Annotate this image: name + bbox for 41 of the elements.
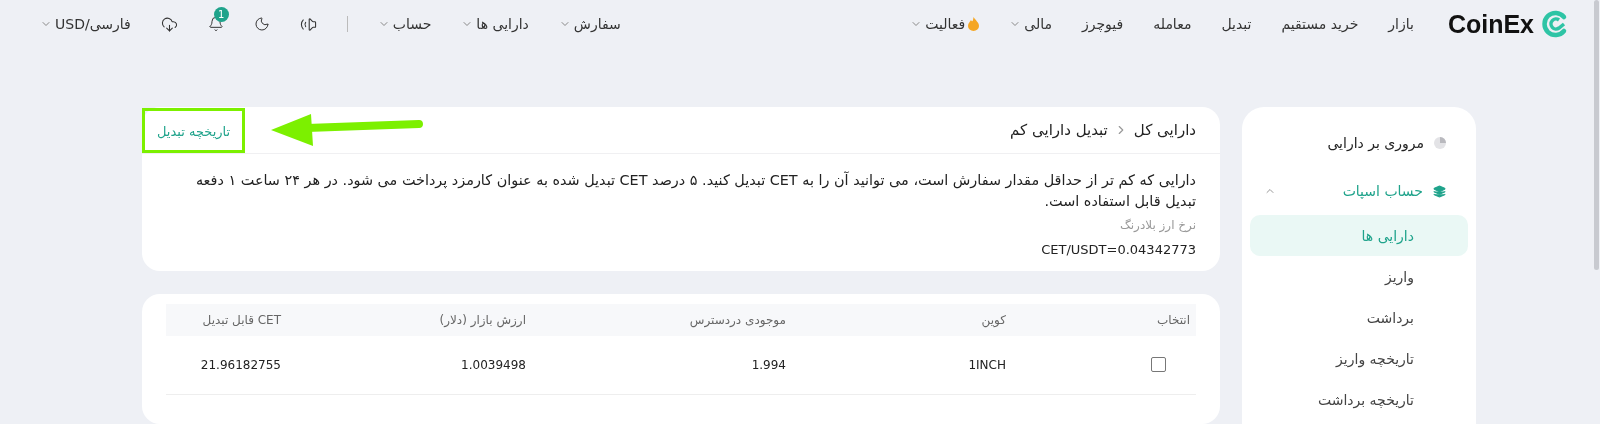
column-header: ارزش بازار (دلار) — [438, 313, 526, 327]
rate-label: نرخ ارز بلادرنگ — [1119, 218, 1196, 232]
sidebar-subitem[interactable]: تاریخچه واریز — [1250, 338, 1468, 379]
download-button[interactable] — [160, 15, 178, 33]
nav-link[interactable]: خرید مستقیم — [1281, 16, 1359, 32]
menu-link[interactable]: دارایی ها — [461, 16, 529, 32]
column-header: موجودی دردسترس — [688, 313, 786, 327]
column-header: انتخاب — [1156, 313, 1191, 327]
layers-icon — [1433, 184, 1446, 198]
column-header: کوین — [980, 313, 1006, 327]
sidebar-subitem[interactable]: برداشت — [1250, 297, 1468, 338]
table-cell-text: 1INCH — [967, 358, 1006, 372]
sidebar-item[interactable]: مروری بر دارایی — [1250, 119, 1468, 167]
nav-link[interactable]: فیوچرز — [1081, 16, 1124, 32]
dark-mode-button[interactable] — [253, 16, 270, 32]
nav-link[interactable]: مالی — [1009, 16, 1052, 32]
scrollbar-thumb[interactable] — [1594, 0, 1599, 270]
language-selector[interactable]: فارسی/USD — [40, 16, 131, 32]
column-header: CET قابل تبدیل — [201, 313, 281, 327]
table-cell-text: 21.96182755 — [199, 358, 281, 372]
breadcrumb-item: تبدیل دارایی کم — [1010, 121, 1108, 139]
flame-icon — [968, 17, 980, 31]
description-text: دارایی که کم تر از حداقل مقدار سفارش است، می توانید آن را به CET تبدیل کنید. ۵ درصد CET تبدیل شده به عنوان کارمزد پرداخت می شود. در هر ۲۴ ساعت ۱ دفعه تبدیل قابل استفاده است. — [194, 170, 1196, 211]
sound-button[interactable] — [299, 15, 317, 33]
checkbox[interactable] — [1151, 356, 1166, 372]
notification-button[interactable] — [207, 16, 224, 32]
sidebar-subitem[interactable]: تاریخچه برداشت — [1250, 379, 1468, 420]
rate-value: CET/USDT=0.04342773 — [1040, 242, 1196, 257]
menu-link[interactable]: حساب — [377, 16, 432, 32]
notification-badge: 1 — [213, 7, 229, 22]
nav-link[interactable]: بازار — [1388, 16, 1414, 32]
pie-chart-icon — [1434, 137, 1446, 149]
nav-link[interactable]: معامله — [1153, 16, 1192, 32]
nav-link[interactable]: فعالیت — [910, 16, 980, 32]
menu-link[interactable]: سفارش — [558, 16, 621, 32]
table-cell-text: 1.994 — [750, 358, 786, 372]
table-cell-text: 1.0039498 — [460, 358, 526, 372]
nav-link[interactable]: تبدیل — [1221, 16, 1252, 32]
sidebar-subitem[interactable]: واریز — [1250, 256, 1468, 297]
logo-text: CoinEx — [1447, 9, 1534, 39]
breadcrumb-item[interactable]: دارایی کل — [1133, 121, 1196, 139]
